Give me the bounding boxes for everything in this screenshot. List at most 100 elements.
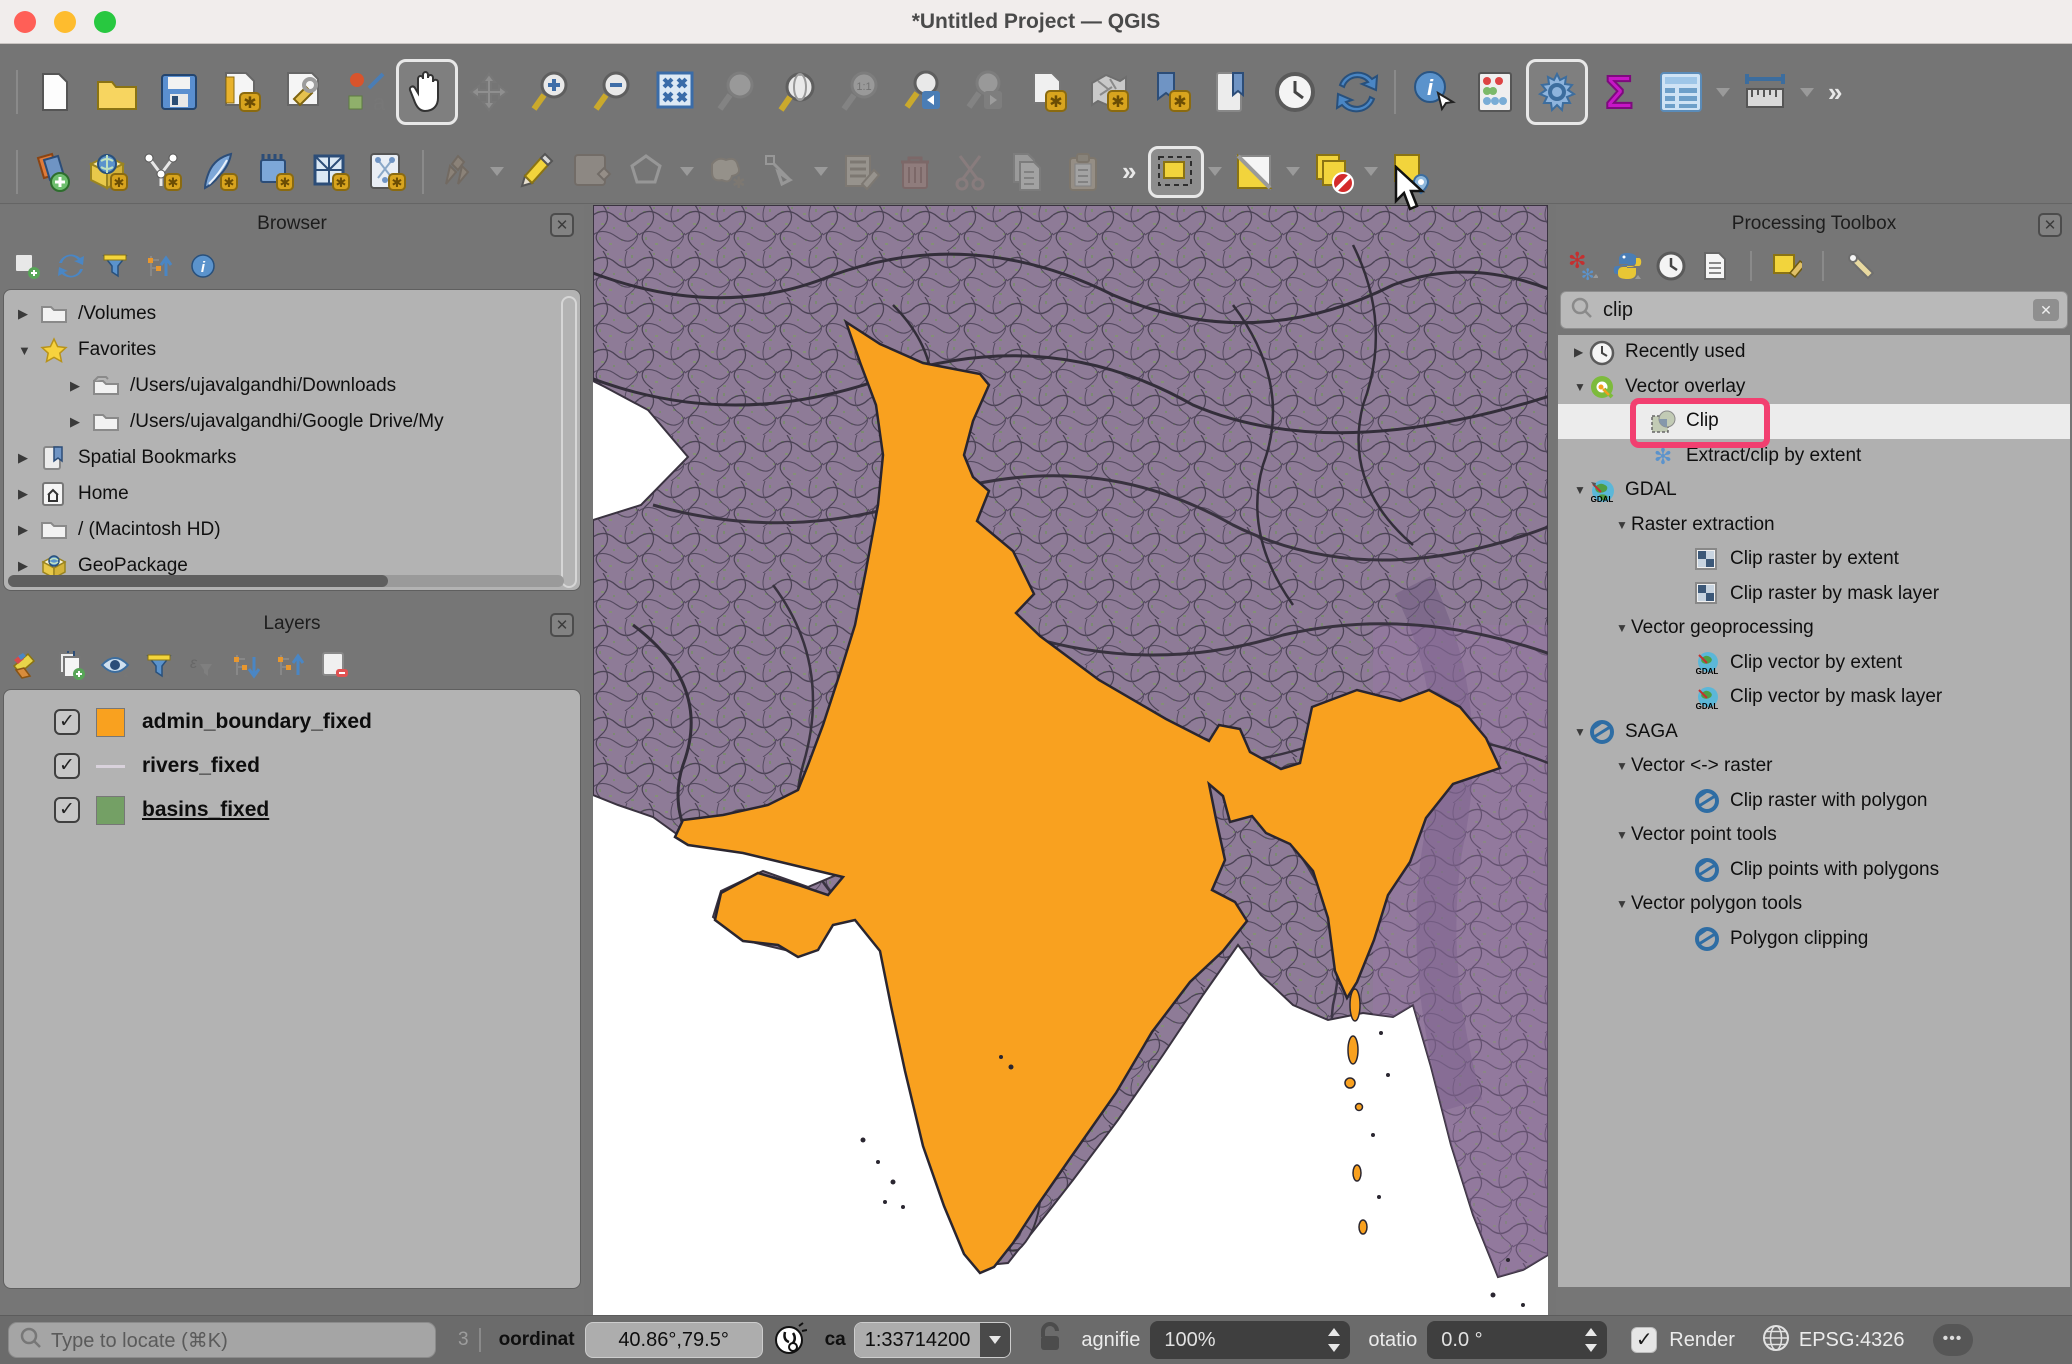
refresh-button[interactable] (1326, 59, 1388, 125)
tree-gdal[interactable]: ▼ GDAL GDAL (1558, 473, 2070, 508)
tree-recently-used[interactable]: ▶ Recently used (1558, 335, 2070, 370)
zoom-in-button[interactable] (520, 59, 582, 125)
expand-icon[interactable]: ▶ (18, 522, 34, 538)
magnifier-spinbox[interactable]: 100% (1150, 1321, 1350, 1359)
layer-checkbox[interactable]: ✓ (54, 797, 80, 823)
statistical-summary-button[interactable] (1464, 59, 1526, 125)
tree-raster-extraction[interactable]: ▼ Raster extraction (1558, 508, 2070, 543)
style-manager-button[interactable]: a (334, 59, 396, 125)
crs-status[interactable]: EPSG:4326 (1799, 1329, 1905, 1352)
coordinate-input[interactable]: 40.86°,79.5° (585, 1322, 763, 1358)
locate-search-field[interactable]: Type to locate (⌘K) (8, 1322, 436, 1358)
select-by-value-button[interactable] (1226, 146, 1282, 198)
save-edits-button[interactable] (564, 146, 620, 198)
browser-add-layer-button[interactable] (12, 251, 42, 281)
add-feature-dropdown[interactable] (680, 167, 694, 176)
new-project-button[interactable] (24, 59, 86, 125)
browser-filter-button[interactable] (100, 251, 130, 281)
close-window-button[interactable] (14, 11, 36, 33)
data-source-manager-button[interactable] (24, 146, 80, 198)
messages-button[interactable]: ••• (1933, 1324, 1973, 1356)
tree-polygon-clipping[interactable]: Polygon clipping (1558, 922, 2070, 957)
render-checkbox[interactable]: ✓ (1631, 1327, 1657, 1353)
tree-clip-raster-by-extent[interactable]: Clip raster by extent (1558, 542, 2070, 577)
browser-item-volumes[interactable]: ▶ /Volumes (4, 296, 580, 332)
tree-clip-vector-by-mask[interactable]: GDAL Clip vector by mask layer (1558, 680, 2070, 715)
rotation-down-icon[interactable] (1585, 1344, 1597, 1352)
expand-icon[interactable]: ▶ (18, 486, 34, 502)
deselect-all-dropdown[interactable] (1364, 167, 1378, 176)
toolbar1-overflow-button[interactable]: » (1828, 77, 1840, 108)
modify-attributes-button[interactable] (832, 146, 888, 198)
layer-checkbox[interactable]: ✓ (54, 709, 80, 735)
delete-selected-button[interactable] (888, 146, 944, 198)
zoom-to-selection-button[interactable] (706, 59, 768, 125)
zoom-to-layer-button[interactable] (768, 59, 830, 125)
toolbox-options-gears-button[interactable]: ✻✻ (1568, 251, 1598, 281)
python-console-button[interactable] (1612, 251, 1642, 281)
browser-item-favorites[interactable]: ▼ Favorites (4, 332, 580, 368)
new-spatial-bookmark-button[interactable]: ✱ (1140, 59, 1202, 125)
select-by-value-dropdown[interactable] (1286, 167, 1300, 176)
toolbox-search[interactable]: clip ✕ (1560, 291, 2068, 329)
tree-clip-raster-with-polygon[interactable]: Clip raster with polygon (1558, 784, 2070, 819)
tree-vector-raster[interactable]: ▼ Vector <-> raster (1558, 749, 2070, 784)
new-mesh-layer-button[interactable]: ✱ (360, 146, 416, 198)
expand-all-button[interactable] (232, 651, 262, 681)
save-project-button[interactable] (148, 59, 210, 125)
current-edits-dropdown[interactable] (490, 167, 504, 176)
tree-vector-geoprocessing[interactable]: ▼ Vector geoprocessing (1558, 611, 2070, 646)
browser-item-google-drive[interactable]: ▶ /Users/ujavalgandhi/Google Drive/My (4, 404, 580, 440)
layer-styling-button[interactable] (12, 651, 42, 681)
rotation-spinbox[interactable]: 0.0 ° (1427, 1321, 1607, 1359)
browser-item-downloads[interactable]: ▶ /Users/ujavalgandhi/Downloads (4, 368, 580, 404)
new-print-layout-button[interactable]: ✱ (210, 59, 272, 125)
new-geopackage-layer-button[interactable]: ✱ (192, 146, 248, 198)
pan-to-selection-button[interactable] (458, 59, 520, 125)
manage-visibility-button[interactable] (100, 651, 130, 681)
current-edits-button[interactable] (430, 146, 486, 198)
zoom-window-button[interactable] (94, 11, 116, 33)
layer-checkbox[interactable]: ✓ (54, 753, 80, 779)
show-layout-manager-button[interactable] (272, 59, 334, 125)
new-shapefile-layer-button[interactable]: ✱ (136, 146, 192, 198)
filter-by-expression-button[interactable]: ε (188, 651, 218, 681)
new-virtual-layer-button[interactable]: ✱ (304, 146, 360, 198)
magnifier-up-icon[interactable] (1328, 1328, 1340, 1336)
tree-vector-polygon-tools[interactable]: ▼ Vector polygon tools (1558, 887, 2070, 922)
crs-globe-icon[interactable] (1761, 1323, 1791, 1358)
copy-features-button[interactable] (1000, 146, 1056, 198)
scale-lock-icon[interactable] (1037, 1321, 1063, 1360)
rotation-up-icon[interactable] (1585, 1328, 1597, 1336)
vertex-tool-dropdown[interactable] (814, 167, 828, 176)
magnifier-down-icon[interactable] (1328, 1344, 1340, 1352)
layer-row-admin-boundary[interactable]: ✓ admin_boundary_fixed (4, 700, 580, 744)
tree-clip-vector-by-extent[interactable]: GDAL Clip vector by extent (1558, 646, 2070, 681)
move-feature-button[interactable]: ✱ (698, 146, 754, 198)
identify-features-button[interactable]: i (1402, 59, 1464, 125)
zoom-full-button[interactable] (644, 59, 706, 125)
browser-collapse-all-button[interactable] (144, 251, 174, 281)
tree-saga[interactable]: ▼ SAGA (1558, 715, 2070, 750)
add-polygon-button[interactable] (620, 146, 676, 198)
layer-row-basins[interactable]: ✓ basins_fixed (4, 788, 580, 832)
toolbox-close-icon[interactable]: ✕ (2038, 213, 2062, 237)
browser-vertical-scrollbar[interactable] (561, 296, 577, 588)
scale-combobox[interactable]: 1:33714200 (854, 1322, 1012, 1358)
toolbox-search-input[interactable]: clip (1603, 299, 2033, 322)
expand-icon[interactable]: ▶ (70, 414, 86, 430)
expand-icon[interactable]: ▶ (18, 450, 34, 466)
new-3d-map-view-button[interactable]: ✱ (1078, 59, 1140, 125)
layer-row-rivers[interactable]: ✓ rivers_fixed (4, 744, 580, 788)
cut-features-button[interactable] (944, 146, 1000, 198)
expand-icon[interactable]: ▶ (18, 306, 34, 322)
add-group-button[interactable] (56, 651, 86, 681)
scale-dropdown-icon[interactable] (980, 1323, 1010, 1357)
minimize-window-button[interactable] (54, 11, 76, 33)
extent-toggle-icon[interactable] (773, 1320, 807, 1361)
tree-vector-point-tools[interactable]: ▼ Vector point tools (1558, 818, 2070, 853)
zoom-last-button[interactable] (892, 59, 954, 125)
pan-map-button[interactable] (396, 59, 458, 125)
search-clear-icon[interactable]: ✕ (2033, 299, 2059, 321)
edit-in-place-button[interactable] (1772, 251, 1802, 281)
